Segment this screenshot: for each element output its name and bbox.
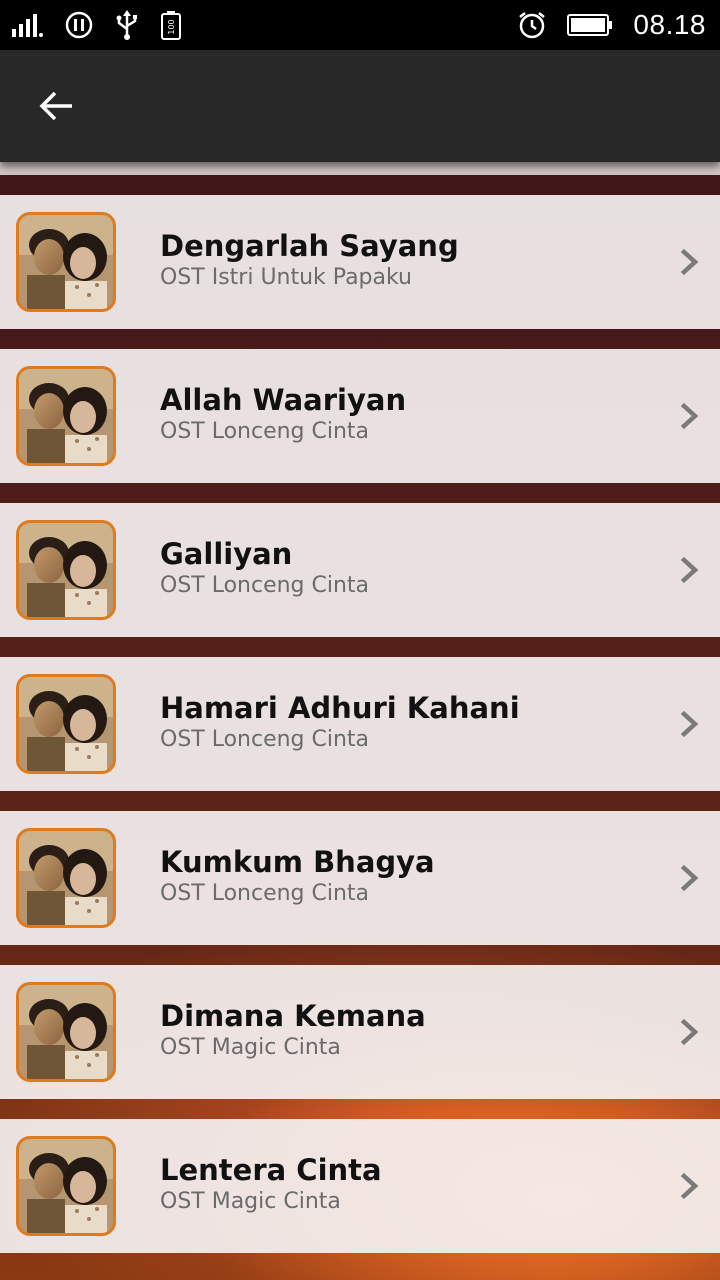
status-right-icons: 08.18	[517, 9, 706, 41]
clock: 08.18	[633, 9, 706, 40]
app-bar	[0, 50, 720, 162]
chevron-right-icon	[680, 710, 699, 738]
battery-badge: 100	[167, 19, 176, 34]
song-thumbnail	[16, 520, 116, 620]
couple-photo-image	[19, 831, 113, 925]
song-thumbnail	[16, 674, 116, 774]
song-list-item[interactable]: Kumkum Bhagya OST Lonceng Cinta	[0, 811, 720, 945]
status-bar: 100 08.18	[0, 0, 720, 50]
song-text: Hamari Adhuri Kahani OST Lonceng Cinta	[160, 691, 520, 755]
song-thumbnail	[16, 366, 116, 466]
couple-photo-image	[19, 1139, 113, 1233]
song-title: Dimana Kemana	[160, 999, 426, 1033]
song-subtitle: OST Istri Untuk Papaku	[160, 265, 413, 290]
song-subtitle: OST Magic Cinta	[160, 1035, 341, 1060]
chevron-right-icon	[680, 402, 699, 430]
chevron-right-icon	[680, 1172, 699, 1200]
song-list-item[interactable]: Allah Waariyan OST Lonceng Cinta	[0, 349, 720, 483]
song-subtitle: OST Lonceng Cinta	[160, 419, 370, 444]
song-list-item[interactable]: Dengarlah Sayang OST Istri Untuk Papaku	[0, 195, 720, 329]
song-thumbnail	[16, 1136, 116, 1236]
song-title: Allah Waariyan	[160, 383, 407, 417]
usb-icon	[116, 10, 137, 40]
chevron-right-icon	[680, 556, 699, 584]
list-top-partial-item	[0, 162, 720, 175]
alarm-icon	[519, 12, 546, 39]
song-list-item[interactable]: Hamari Adhuri Kahani OST Lonceng Cinta	[0, 657, 720, 791]
song-title: Hamari Adhuri Kahani	[160, 691, 520, 725]
battery-icon	[567, 14, 613, 36]
song-title: Kumkum Bhagya	[160, 845, 435, 879]
song-thumbnail	[16, 212, 116, 312]
back-button[interactable]	[30, 82, 82, 130]
couple-photo-image	[19, 369, 113, 463]
status-left-icons: 100	[10, 9, 182, 41]
song-list-item[interactable]: Lentera Cinta OST Magic Cinta	[0, 1119, 720, 1253]
song-title: Lentera Cinta	[160, 1153, 382, 1187]
pause-circle-icon	[65, 11, 93, 39]
couple-photo-image	[19, 985, 113, 1079]
chevron-right-icon	[680, 864, 699, 892]
song-thumbnail	[16, 828, 116, 928]
song-text: Lentera Cinta OST Magic Cinta	[160, 1153, 382, 1217]
song-text: Dengarlah Sayang OST Istri Untuk Papaku	[160, 229, 459, 293]
song-list-item[interactable]: Galliyan OST Lonceng Cinta	[0, 503, 720, 637]
song-thumbnail	[16, 982, 116, 1082]
arrow-left-icon	[39, 91, 72, 121]
couple-photo-image	[19, 523, 113, 617]
song-title: Dengarlah Sayang	[160, 229, 459, 263]
song-title: Galliyan	[160, 537, 293, 571]
song-subtitle: OST Lonceng Cinta	[160, 881, 370, 906]
couple-photo-image	[19, 215, 113, 309]
signal-icon	[12, 14, 43, 37]
song-subtitle: OST Lonceng Cinta	[160, 573, 370, 598]
song-text: Allah Waariyan OST Lonceng Cinta	[160, 383, 406, 447]
couple-photo-image	[19, 677, 113, 771]
song-text: Galliyan OST Lonceng Cinta	[160, 537, 369, 601]
song-text: Kumkum Bhagya OST Lonceng Cinta	[160, 845, 435, 909]
song-list-item[interactable]: Dimana Kemana OST Magic Cinta	[0, 965, 720, 1099]
chevron-right-icon	[680, 248, 699, 276]
song-subtitle: OST Magic Cinta	[160, 1189, 341, 1214]
song-subtitle: OST Lonceng Cinta	[160, 727, 370, 752]
song-text: Dimana Kemana OST Magic Cinta	[160, 999, 426, 1063]
battery-small-icon: 100	[161, 11, 181, 40]
chevron-right-icon	[680, 1018, 699, 1046]
